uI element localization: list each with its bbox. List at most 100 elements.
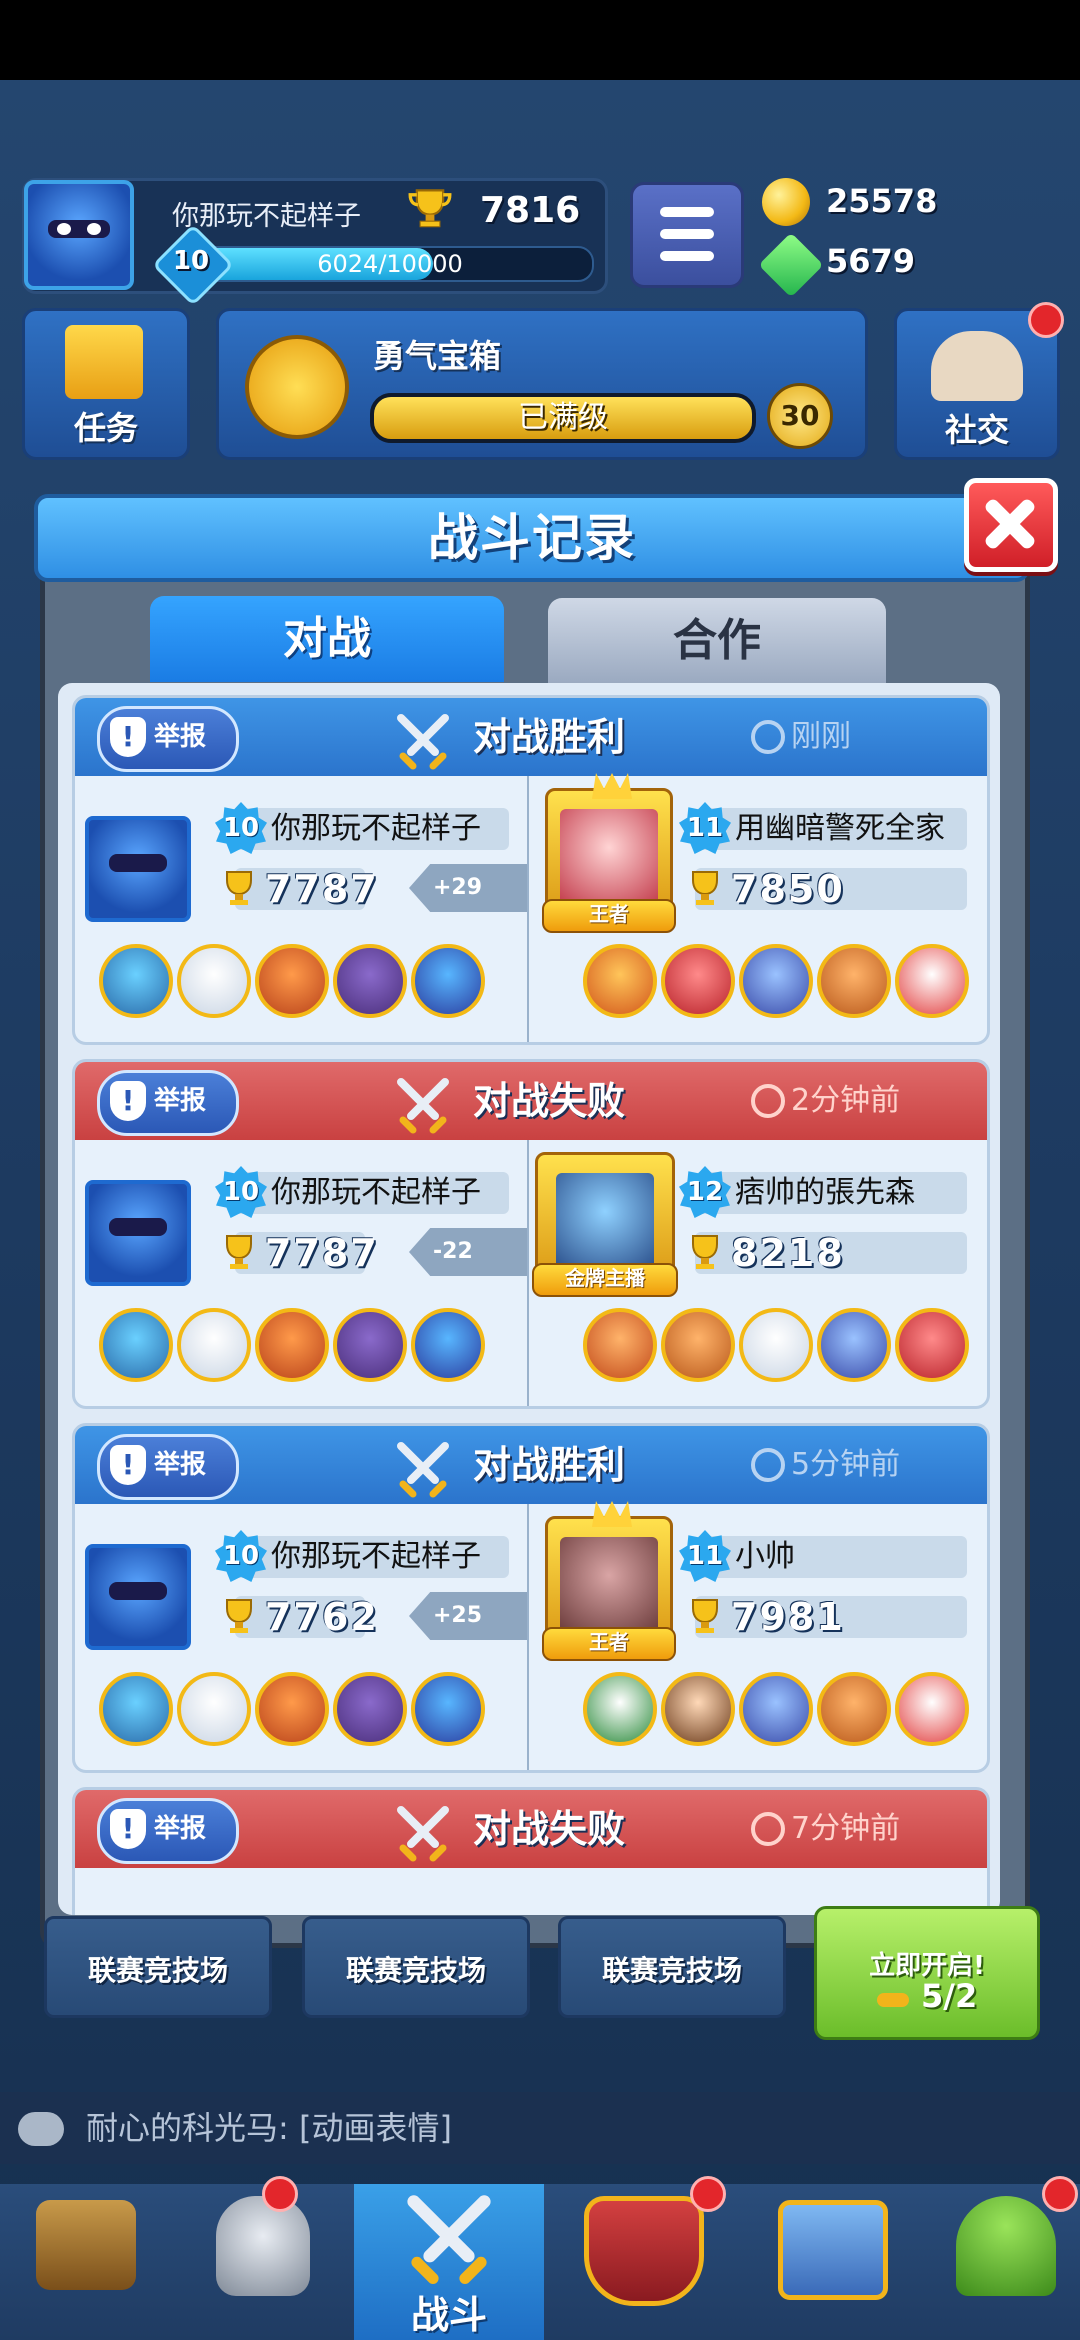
friends-icon[interactable]: [778, 2200, 888, 2300]
hero-icon: [739, 1308, 813, 1382]
hero-icon: [411, 1308, 485, 1382]
nav-battle[interactable]: 战斗: [354, 2184, 544, 2340]
trophy-delta: +25: [409, 1592, 527, 1640]
battle-record-list[interactable]: 举报 对战胜利 刚刚 10 你那玩不起样子 7787 +29 王者 11 用幽暗…: [58, 683, 1000, 1915]
battle-record-card: 举报 对战胜利 5分钟前 10 你那玩不起样子 7762 +25 王者 11 小…: [72, 1423, 990, 1773]
level-badge: 12: [679, 1166, 731, 1218]
player-divider: [527, 776, 529, 1042]
tab-versus[interactable]: 对战: [150, 596, 504, 682]
opponent-avatar-frame[interactable]: 王者: [542, 1501, 676, 1661]
player-name: 你那玩不起样子: [271, 1175, 481, 1210]
arena-button[interactable]: 联赛竞技场: [558, 1916, 786, 2018]
close-button[interactable]: [964, 478, 1058, 572]
trophy-icon: [408, 189, 452, 228]
tab-coop[interactable]: 合作: [548, 598, 886, 684]
player-avatar[interactable]: [85, 1544, 191, 1650]
report-button[interactable]: 举报: [97, 1434, 239, 1500]
player-trophies: 7762: [265, 1595, 379, 1639]
level-number: 11: [686, 1541, 724, 1571]
shield-icon: [110, 1445, 146, 1485]
hero-icon: [177, 1672, 251, 1746]
record-time-text: 5分钟前: [791, 1447, 901, 1482]
player-avatar[interactable]: [24, 180, 134, 290]
hero-icon: [177, 1308, 251, 1382]
hero-icon: [817, 944, 891, 1018]
report-button[interactable]: 举报: [97, 1070, 239, 1136]
trophy-icon: [692, 1235, 718, 1269]
modal-title-bar: 战斗记录: [34, 494, 1030, 582]
opponent-name: 痞帅的張先森: [735, 1175, 915, 1210]
tasks-tile[interactable]: 任务: [22, 308, 190, 460]
arena-label: 联赛竞技场: [601, 1954, 742, 1987]
trophy-delta: +29: [409, 864, 527, 912]
trophy-icon: [692, 871, 718, 905]
level-number: 10: [222, 813, 260, 843]
trophy-delta: -22: [409, 1228, 527, 1276]
hero-icon: [583, 1672, 657, 1746]
open-now-button[interactable]: 立即开启! 5/2: [814, 1906, 1040, 2040]
modal-title: 战斗记录: [428, 509, 636, 567]
record-header: 举报 对战失败 2分钟前: [75, 1062, 987, 1140]
player-divider: [527, 1140, 529, 1406]
notification-dot: [1028, 302, 1064, 338]
player-trophies: 7787: [265, 867, 379, 911]
opponent-name: 小帅: [735, 1539, 795, 1574]
battle-record-card: 举报 对战失败 7分钟前: [72, 1787, 990, 1915]
chest-icon[interactable]: [36, 2200, 136, 2290]
helmet-icon[interactable]: [216, 2196, 310, 2296]
player-avatar[interactable]: [85, 1180, 191, 1286]
sprout-icon[interactable]: [956, 2196, 1056, 2296]
shield-icon: [110, 1809, 146, 1849]
hero-icon: [661, 1308, 735, 1382]
record-header: 举报 对战胜利 5分钟前: [75, 1426, 987, 1504]
opponent-trophies: 7850: [731, 867, 845, 911]
opponent-avatar-frame[interactable]: 王者: [542, 773, 676, 933]
opponent-trophies: 8218: [731, 1231, 845, 1275]
hero-icon: [895, 944, 969, 1018]
player-trophies: 7787: [265, 1231, 379, 1275]
clock-icon: [751, 720, 785, 754]
arena-label: 联赛竞技场: [87, 1954, 228, 1987]
arena-button[interactable]: 联赛竞技场: [44, 1916, 272, 2018]
report-button[interactable]: 举报: [97, 706, 239, 772]
hero-icon: [255, 944, 329, 1018]
coin-count: 25578: [826, 182, 938, 220]
frame-tag: 王者: [542, 1627, 676, 1661]
trophy-delta-text: -22: [433, 1239, 473, 1264]
clock-icon: [751, 1812, 785, 1846]
social-icon: [931, 331, 1023, 401]
level-badge: 10: [215, 802, 267, 854]
report-label: 举报: [154, 1814, 207, 1844]
notification-dot: [690, 2176, 726, 2212]
arena-button[interactable]: 联赛竞技场: [302, 1916, 530, 2018]
trophy-delta-text: +25: [433, 1603, 483, 1628]
hero-icon: [661, 1672, 735, 1746]
crossed-swords-icon: [397, 714, 449, 770]
trophy-icon: [692, 1599, 718, 1633]
player-name: 你那玩不起样子: [271, 811, 481, 846]
crown-shield-icon[interactable]: [584, 2196, 704, 2306]
player-name: 你那玩不起样子: [172, 201, 361, 232]
hero-icon: [895, 1308, 969, 1382]
player-avatar[interactable]: [85, 816, 191, 922]
level-badge: 10: [215, 1530, 267, 1582]
opponent-avatar-frame[interactable]: 金牌主播: [532, 1152, 678, 1297]
report-button[interactable]: 举报: [97, 1798, 239, 1864]
crossed-swords-icon: [397, 1078, 449, 1134]
frame-tag: 金牌主播: [532, 1263, 678, 1297]
menu-button[interactable]: [630, 182, 744, 288]
nav-battle-label: 战斗: [410, 2293, 487, 2337]
crossed-swords-icon: [407, 2195, 491, 2284]
shield-icon: [110, 717, 146, 757]
level-number: 11: [686, 813, 724, 843]
arena-label: 联赛竞技场: [345, 1954, 486, 1987]
hero-icon: [817, 1308, 891, 1382]
opponent-trophies: 7981: [731, 1595, 845, 1639]
record-time: 7分钟前: [751, 1790, 900, 1868]
clock-icon: [751, 1448, 785, 1482]
player-divider: [527, 1504, 529, 1770]
trophy-icon: [226, 871, 252, 905]
chest-title: 勇气宝箱: [373, 337, 502, 375]
hero-icon: [411, 1672, 485, 1746]
hero-icon: [255, 1672, 329, 1746]
